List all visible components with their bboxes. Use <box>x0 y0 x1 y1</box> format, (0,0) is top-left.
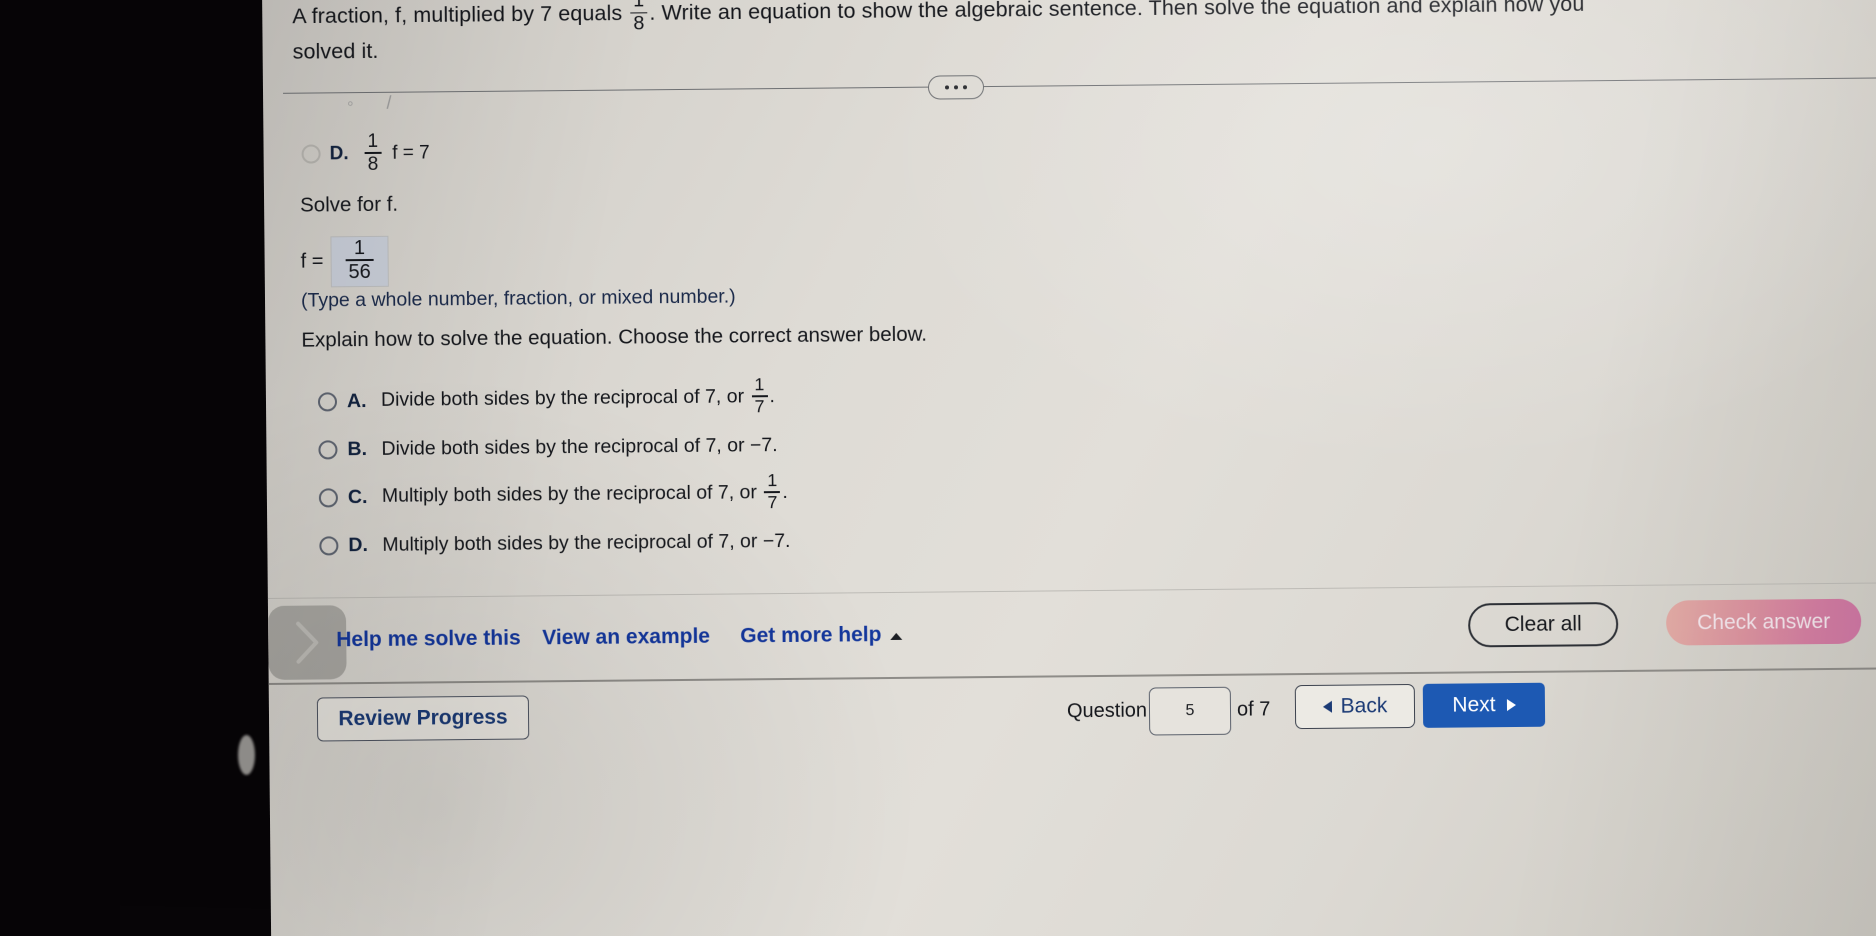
prompt-fraction: 1 8 <box>630 0 648 35</box>
caret-up-icon <box>890 632 903 640</box>
check-answer-button[interactable]: Check answer <box>1665 598 1862 646</box>
explain-option-a-text-after: . <box>769 385 776 408</box>
explain-option-d-letter: D. <box>348 533 368 556</box>
answer-row: f = 1 56 <box>300 236 388 286</box>
triangle-right-icon <box>1506 699 1516 712</box>
answer-label: f = <box>300 250 324 273</box>
footer-nav: Review Progress Question of 7 Back Next <box>269 668 1876 794</box>
explain-option-c-text-after: . <box>782 481 788 504</box>
radio-icon[interactable] <box>318 439 338 459</box>
equation-fraction-numerator: 1 <box>367 130 379 152</box>
explain-option-d-text: Multiply both sides by the reciprocal of… <box>382 529 790 556</box>
explain-option-c-text: Multiply both sides by the reciprocal of… <box>381 470 788 516</box>
get-more-help-label: Get more help <box>740 623 882 648</box>
equation-option-d-letter: D. <box>329 142 349 165</box>
view-an-example-link[interactable]: View an example <box>542 625 710 651</box>
ellipsis-dot <box>962 85 968 90</box>
explain-option-a-text-before: Divide both sides by the reciprocal of 7… <box>380 385 745 412</box>
next-button-label: Next <box>1452 693 1496 717</box>
back-button[interactable]: Back <box>1294 683 1416 730</box>
question-number-input[interactable] <box>1148 686 1232 736</box>
explain-options-list: A. Divide both sides by the reciprocal o… <box>317 368 1320 570</box>
option-fraction-denominator: 7 <box>767 491 778 512</box>
explain-option-a-text: Divide both sides by the reciprocal of 7… <box>380 374 776 420</box>
prompt-fraction-numerator: 1 <box>633 0 645 12</box>
explain-option-c-text-before: Multiply both sides by the reciprocal of… <box>381 481 758 508</box>
explain-option-a-letter: A. <box>346 389 367 412</box>
ellipsis-dot <box>953 85 959 90</box>
solve-for-instruction: Solve for f. <box>299 192 399 217</box>
more-options-ellipsis-icon[interactable] <box>927 75 985 100</box>
answer-fraction: 1 56 <box>345 237 374 283</box>
ellipsis-dot <box>944 85 950 90</box>
triangle-left-icon <box>1322 700 1332 713</box>
chevron-right-icon[interactable] <box>267 605 347 680</box>
answer-fraction-numerator: 1 <box>353 237 366 260</box>
divider-line <box>283 77 1876 94</box>
explain-option-a-fraction: 1 7 <box>751 374 768 417</box>
radio-icon[interactable] <box>317 391 338 411</box>
explain-option-b-letter: B. <box>347 437 368 460</box>
equation-option-d-tail: f = 7 <box>392 142 430 164</box>
get-more-help-link[interactable]: Get more help <box>740 623 903 649</box>
back-button-label: Back <box>1340 694 1388 718</box>
option-fraction-numerator: 1 <box>754 374 765 395</box>
help-me-solve-this-link[interactable]: Help me solve this <box>336 627 521 653</box>
explain-instruction: Explain how to solve the equation. Choos… <box>301 322 928 352</box>
section-divider <box>283 64 1876 105</box>
explain-option-c-fraction: 1 7 <box>764 470 781 512</box>
answer-fraction-denominator: 56 <box>348 260 371 283</box>
explain-option-b-text-before: Divide both sides by the reciprocal of 7… <box>381 433 745 460</box>
question-prompt: A fraction, f, multiplied by 7 equals 1 … <box>292 0 1593 66</box>
explain-option-b-text-after: −7. <box>749 433 778 456</box>
answer-format-note: (Type a whole number, fraction, or mixed… <box>300 285 736 312</box>
screen: A fraction, f, multiplied by 7 equals 1 … <box>262 0 1876 936</box>
explain-option-b-text: Divide both sides by the reciprocal of 7… <box>381 434 777 461</box>
radio-icon[interactable] <box>319 535 339 555</box>
radio-icon[interactable] <box>301 144 321 164</box>
answer-input[interactable]: 1 56 <box>331 236 388 286</box>
prompt-text-1: A fraction, f, multiplied by 7 equals <box>292 0 623 28</box>
clipped-option-above: ◦ / <box>347 92 406 114</box>
equation-option-d[interactable]: D. 1 8 f = 7 <box>301 130 430 175</box>
question-total-label: of 7 <box>1236 698 1271 721</box>
explain-option-d[interactable]: D. Multiply both sides by the reciprocal… <box>319 512 1319 570</box>
equation-option-d-fraction: 1 8 <box>364 130 382 175</box>
clear-all-button[interactable]: Clear all <box>1467 602 1619 648</box>
monitor-photo: A fraction, f, multiplied by 7 equals 1 … <box>0 0 1876 936</box>
explain-option-d-text-after: −7. <box>762 529 791 552</box>
review-progress-button[interactable]: Review Progress <box>316 695 530 742</box>
option-fraction-denominator: 7 <box>754 395 765 417</box>
equation-fraction-denominator: 8 <box>367 153 379 175</box>
explain-option-c-letter: C. <box>347 485 368 508</box>
explain-option-d-text-before: Multiply both sides by the reciprocal of… <box>382 529 758 556</box>
bezel-reflection <box>238 735 255 775</box>
next-button[interactable]: Next <box>1422 682 1546 728</box>
prompt-fraction-denominator: 8 <box>633 12 645 35</box>
radio-icon[interactable] <box>318 487 339 507</box>
question-label: Question <box>1066 699 1148 723</box>
option-fraction-numerator: 1 <box>767 470 778 491</box>
